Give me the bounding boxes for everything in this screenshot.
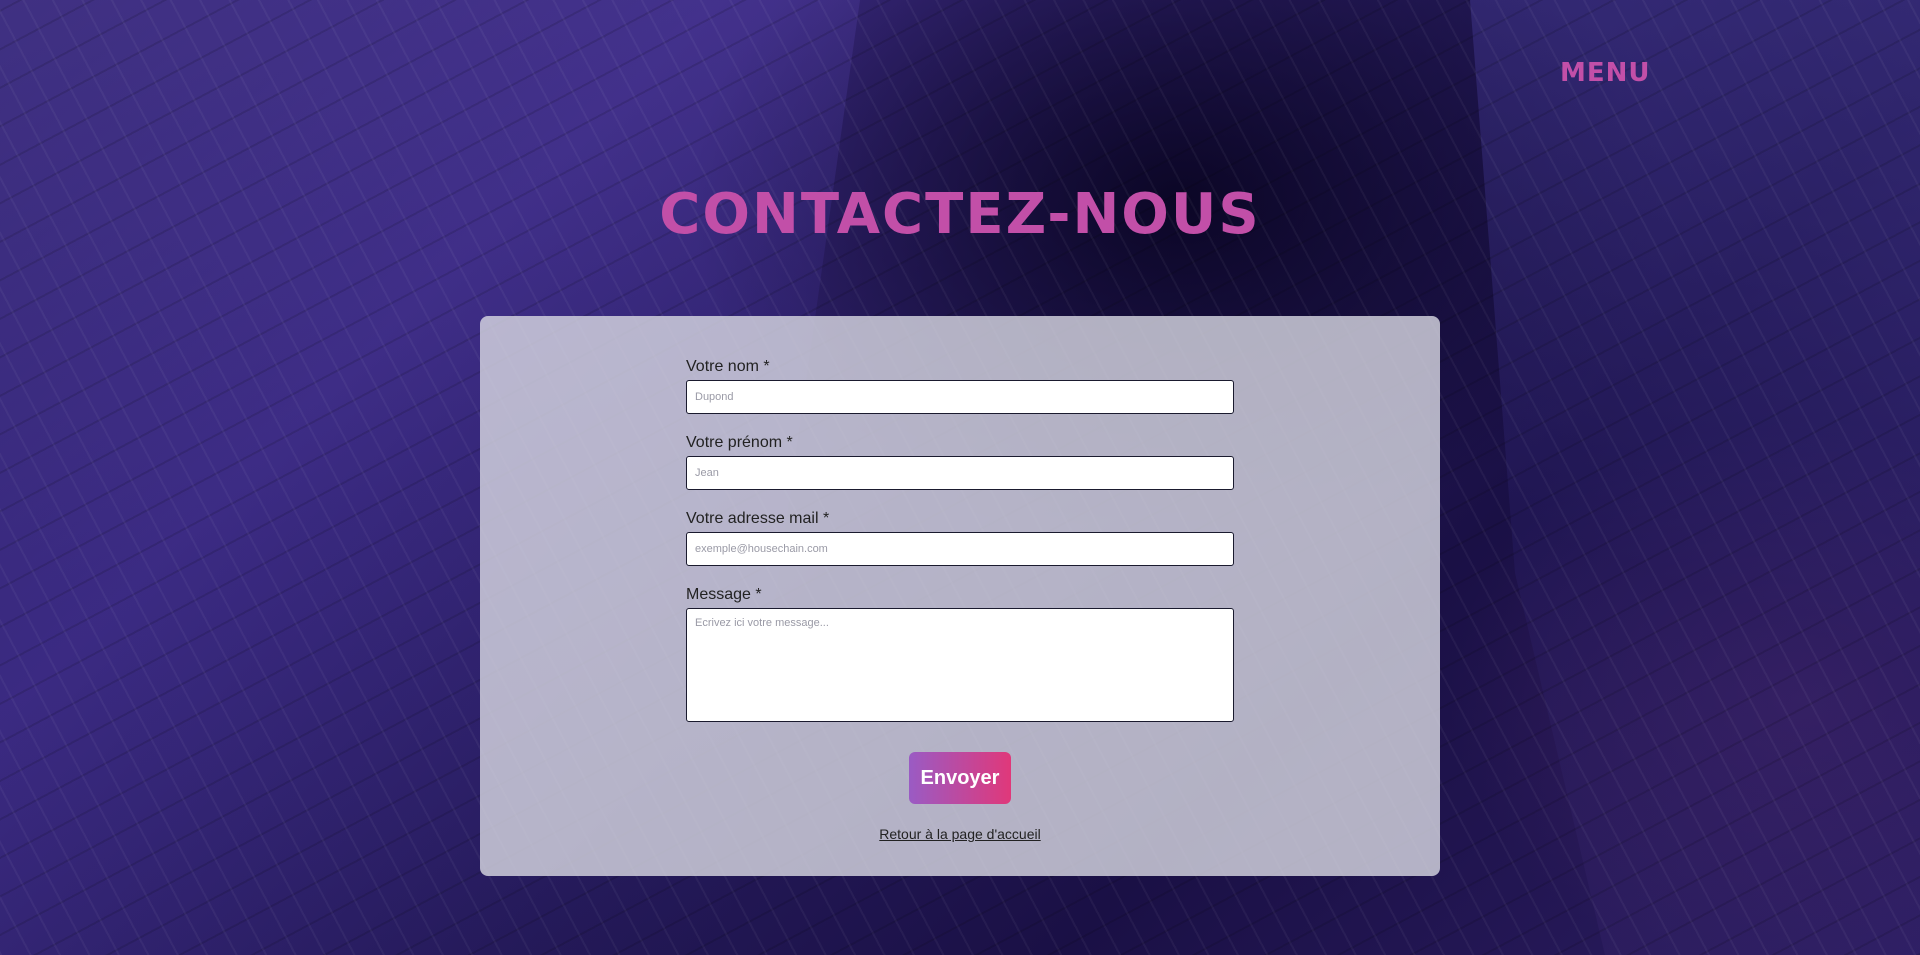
back-home-link-text[interactable]: Retour à la page d'accueil — [879, 826, 1040, 842]
contact-form-panel: Votre nom * Votre prénom * Votre adresse… — [480, 316, 1440, 876]
message-textarea[interactable] — [686, 608, 1234, 722]
email-input[interactable] — [686, 532, 1234, 566]
menu-button[interactable]: MENU — [1560, 58, 1651, 88]
submit-button[interactable]: Envoyer — [909, 752, 1011, 804]
name-input[interactable] — [686, 380, 1234, 414]
page-background: MENU CONTACTEZ-NOUS Votre nom * Votre pr… — [0, 0, 1920, 955]
name-label: Votre nom * — [686, 358, 770, 375]
email-label: Votre adresse mail * — [686, 510, 830, 527]
contact-form: Votre nom * Votre prénom * Votre adresse… — [686, 358, 1234, 722]
firstname-input[interactable] — [686, 456, 1234, 490]
back-home-link: Retour à la page d'accueil — [480, 826, 1440, 842]
firstname-label: Votre prénom * — [686, 434, 793, 451]
message-label: Message * — [686, 586, 762, 603]
page-title: CONTACTEZ-NOUS — [659, 182, 1261, 247]
